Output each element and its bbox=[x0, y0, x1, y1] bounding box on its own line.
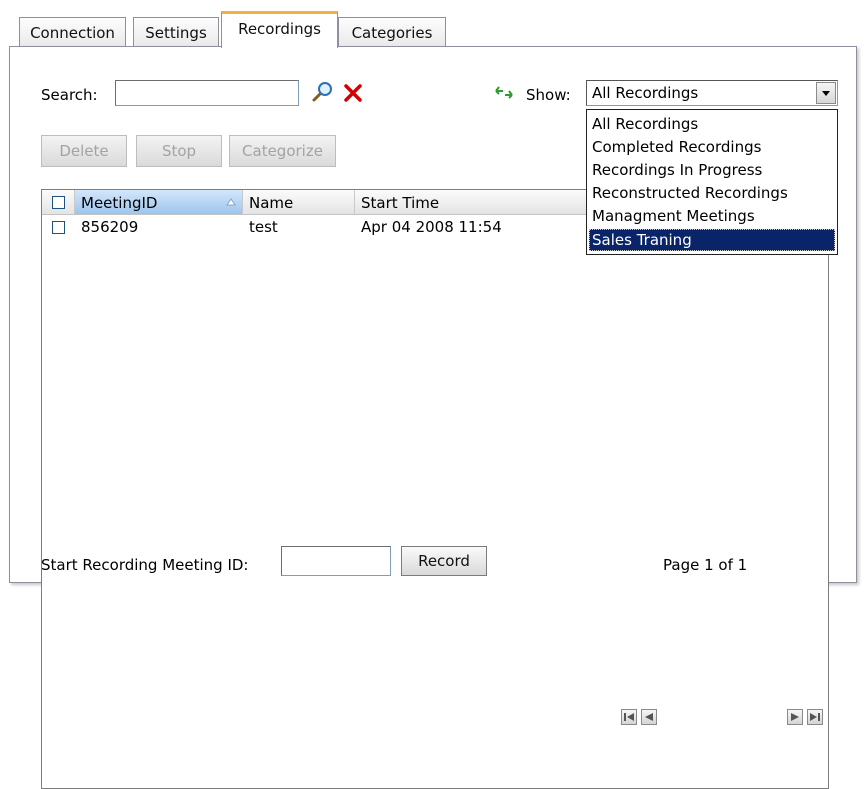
show-label: Show: bbox=[526, 86, 571, 104]
chevron-down-icon bbox=[822, 91, 830, 96]
recordings-grid: MeetingID Name Start Time 856209 test Ap… bbox=[41, 189, 829, 789]
row-start-time: Apr 04 2008 11:54 bbox=[361, 218, 502, 236]
stop-button[interactable]: Stop bbox=[136, 135, 222, 167]
tab-connection[interactable]: Connection bbox=[19, 17, 126, 47]
next-page-button[interactable] bbox=[787, 709, 803, 725]
option-reconstructed-recordings[interactable]: Reconstructed Recordings bbox=[589, 182, 835, 204]
search-label: Search: bbox=[41, 86, 98, 104]
record-button[interactable]: Record bbox=[401, 546, 487, 576]
option-all-recordings[interactable]: All Recordings bbox=[589, 113, 835, 135]
last-page-button[interactable] bbox=[807, 709, 823, 725]
column-header-meetingid[interactable]: MeetingID bbox=[75, 190, 243, 214]
tab-categories[interactable]: Categories bbox=[338, 17, 446, 47]
first-page-icon bbox=[624, 713, 634, 721]
row-meeting-id: 856209 bbox=[81, 218, 139, 236]
categorize-button[interactable]: Categorize bbox=[229, 135, 336, 167]
meeting-id-input[interactable] bbox=[281, 546, 391, 576]
tab-recordings[interactable]: Recordings bbox=[221, 11, 338, 48]
row-name: test bbox=[249, 218, 278, 236]
option-managment-meetings[interactable]: Managment Meetings bbox=[589, 205, 835, 227]
search-input[interactable] bbox=[115, 80, 299, 106]
option-completed-recordings[interactable]: Completed Recordings bbox=[589, 136, 835, 158]
refresh-icon[interactable] bbox=[493, 84, 515, 102]
clear-x-icon[interactable] bbox=[342, 82, 364, 104]
magnifier-icon[interactable] bbox=[310, 80, 334, 104]
column-header-label: MeetingID bbox=[81, 194, 158, 212]
tab-settings[interactable]: Settings bbox=[133, 17, 219, 47]
option-recordings-in-progress[interactable]: Recordings In Progress bbox=[589, 159, 835, 181]
delete-button[interactable]: Delete bbox=[41, 135, 127, 167]
page-indicator: Page 1 of 1 bbox=[663, 556, 748, 574]
last-page-icon bbox=[810, 713, 820, 721]
show-filter-select[interactable]: All Recordings bbox=[586, 80, 838, 106]
prev-page-button[interactable] bbox=[641, 709, 657, 725]
sort-ascending-icon bbox=[226, 198, 236, 206]
select-all-checkbox[interactable] bbox=[52, 196, 65, 209]
option-sales-traning[interactable]: Sales Traning bbox=[589, 229, 835, 251]
first-page-button[interactable] bbox=[621, 709, 637, 725]
dropdown-button[interactable] bbox=[816, 82, 836, 104]
show-options-list[interactable]: All Recordings Completed Recordings Reco… bbox=[586, 109, 838, 255]
row-checkbox[interactable] bbox=[52, 221, 65, 234]
show-selected-value: All Recordings bbox=[592, 84, 699, 102]
next-page-icon bbox=[791, 713, 799, 721]
header-checkbox-cell bbox=[42, 190, 75, 214]
column-header-name[interactable]: Name bbox=[243, 190, 355, 214]
start-recording-label: Start Recording Meeting ID: bbox=[41, 556, 249, 574]
prev-page-icon bbox=[645, 713, 653, 721]
